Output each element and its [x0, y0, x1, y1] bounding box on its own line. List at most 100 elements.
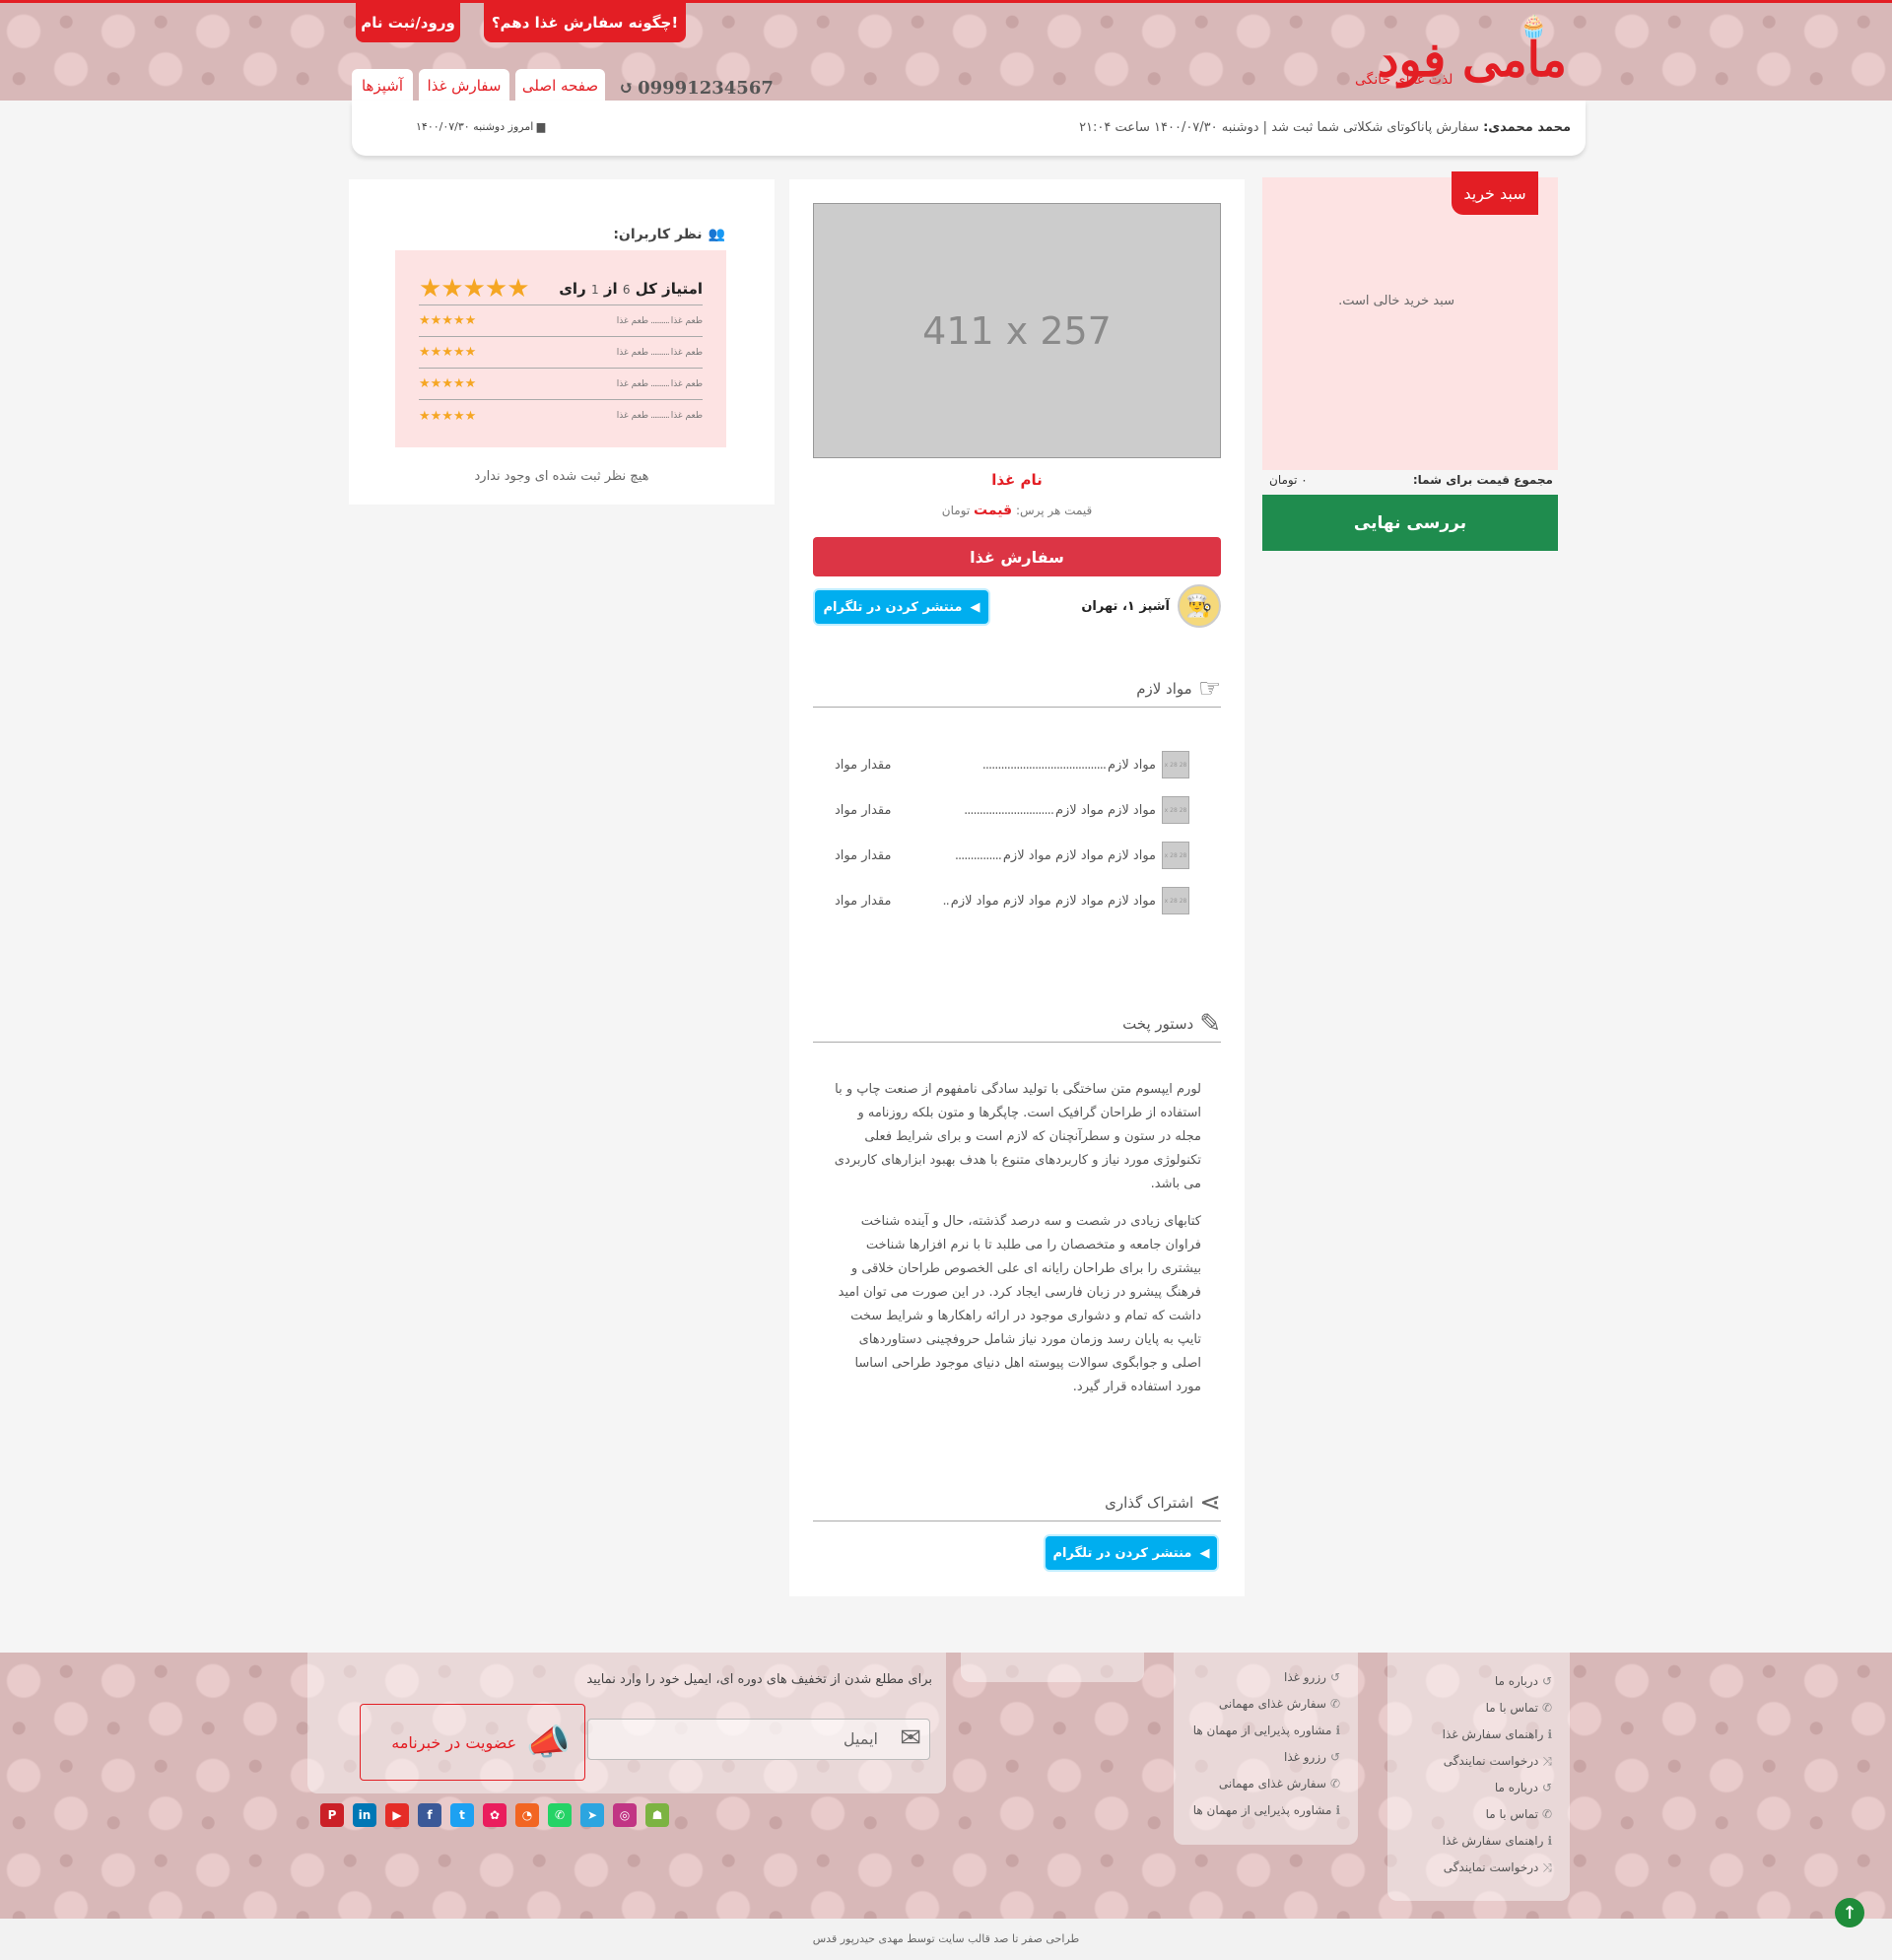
subscribe-button[interactable]: عضویت در خبرنامه 📣: [360, 1704, 585, 1781]
ingredient-amount: مقدار مواد: [835, 847, 892, 863]
users-icon: 👥: [708, 227, 725, 242]
share-telegram-button-bottom[interactable]: منتشر کردن در تلگرام ◀: [1044, 1534, 1219, 1572]
email-placeholder: ایمیل: [843, 1729, 878, 1748]
food-detail-panel: 411 x 257 نام غذا قیمت هر پرس: قیمت توما…: [789, 179, 1245, 1596]
ingredient-dots: ..: [942, 893, 949, 909]
cart-total-value: ۰ تومان: [1269, 473, 1308, 487]
comments-panel: 👥 نظر کاربران: امتیاز کل 6 از 1 رای ★★★★…: [349, 179, 775, 505]
ingredient-row: 28 x 28 مواد لازم ......................…: [835, 751, 1189, 778]
phone-icon: ✆: [1329, 1697, 1340, 1711]
footer-link[interactable]: ↺درباره ما: [1495, 1674, 1552, 1688]
news-message: سفارش پاناکوتای شکلاتی شما ثبت شد | دوشن…: [1079, 120, 1479, 135]
telegram-label: منتشر کردن در تلگرام: [823, 599, 963, 615]
price-value: قیمت: [974, 503, 1013, 518]
subscribe-label: عضویت در خبرنامه: [391, 1732, 517, 1752]
tab-home[interactable]: صفحه اصلی: [515, 69, 605, 102]
rating-row: طعم غذا.......... طعم غذا ★★★★★: [419, 305, 703, 337]
footer-link[interactable]: ⤨درخواست نمایندگی: [1444, 1860, 1552, 1875]
cart-title: سبد خرید: [1452, 171, 1538, 215]
ingredient-row: 28 x 28 مواد لازم مواد لازم ............…: [835, 796, 1189, 824]
shuffle-icon: ⤨: [1542, 1860, 1552, 1874]
footer-link[interactable]: ⤨درخواست نمایندگی: [1444, 1754, 1552, 1769]
megaphone-icon: 📣: [526, 1723, 571, 1763]
header-bar: چگونه سفارش غذا دهم؟! ورود/ثبت نام 🧁 مام…: [0, 0, 1892, 102]
footer-link[interactable]: ℹراهنمای سفارش غذا: [1443, 1727, 1552, 1741]
cart-panel: سبد خرید سبد خرید خالی است.: [1262, 171, 1558, 470]
phone-number[interactable]: ↺ 09991234567: [619, 78, 774, 99]
instagram-icon[interactable]: ◎: [613, 1803, 637, 1827]
facebook-icon[interactable]: f: [418, 1803, 441, 1827]
ingredient-name: مواد لازم مواد لازم: [1054, 802, 1156, 818]
ingredient-row: 28 x 28 مواد لازم مواد لازم مواد لازم ..…: [835, 842, 1189, 869]
android-icon[interactable]: ☗: [645, 1803, 669, 1827]
footer-empty-box: [961, 1653, 1144, 1682]
login-register-button[interactable]: ورود/ثبت نام: [356, 3, 460, 42]
ingredient-thumb: 28 x 28: [1162, 751, 1189, 778]
tab-chefs[interactable]: آشپزها: [352, 69, 413, 102]
history-icon: ↺: [619, 78, 635, 99]
info-icon: ℹ: [1335, 1723, 1340, 1737]
site-logo[interactable]: 🧁 مامی فود لذت غذای خانگی: [1355, 15, 1567, 94]
info-icon: ℹ: [1547, 1834, 1552, 1848]
linkedin-icon[interactable]: in: [353, 1803, 376, 1827]
newsletter-text: برای مطلع شدن از تخفیف های دوره ای، ایمی…: [586, 1672, 932, 1687]
food-image: 411 x 257: [813, 203, 1221, 458]
order-food-button[interactable]: سفارش غذا: [813, 537, 1221, 576]
arrow-up-icon[interactable]: ↑: [1835, 1898, 1864, 1927]
whatsapp-icon[interactable]: ✆: [548, 1803, 572, 1827]
share-icon: ⋖: [1199, 1487, 1221, 1518]
history-icon: ↺: [1541, 1781, 1552, 1794]
chef-info[interactable]: 👨‍🍳 آشپز ۱، تهران: [1081, 583, 1221, 629]
ingredient-amount: مقدار مواد: [835, 893, 892, 909]
shuffle-icon: ⤨: [1542, 1754, 1552, 1768]
footer-link[interactable]: ↺رزرو غذا: [1284, 1670, 1340, 1684]
info-icon: ℹ: [1335, 1803, 1340, 1817]
footer-link[interactable]: ↺رزرو غذا: [1284, 1750, 1340, 1764]
food-name: نام غذا: [991, 471, 1043, 489]
rss-icon[interactable]: ◔: [515, 1803, 539, 1827]
telegram-icon[interactable]: ➤: [580, 1803, 604, 1827]
ingredient-name: مواد لازم مواد لازم مواد لازم: [1002, 847, 1156, 863]
rating-box: امتیاز کل 6 از 1 رای ★★★★★ طعم غذا......…: [395, 250, 726, 447]
aparat-icon[interactable]: ✿: [483, 1803, 507, 1827]
footer: ↺درباره ما ✆تماس با ما ℹراهنمای سفارش غذ…: [0, 1653, 1892, 1919]
news-item[interactable]: محمد محمدی: سفارش پاناکوتای شکلاتی شما ث…: [1079, 120, 1571, 135]
social-links: Pin ▶ f t ✿ ◔ ✆ ➤ ◎ ☗: [320, 1803, 669, 1829]
share-heading: ⋖ اشتراک گذاری: [813, 1484, 1221, 1521]
history-icon: ↺: [1541, 1674, 1552, 1688]
ingredient-dots: .............................: [964, 802, 1053, 818]
twitter-icon[interactable]: t: [450, 1803, 474, 1827]
footer-link[interactable]: ✆تماس با ما: [1486, 1807, 1552, 1821]
footer-link[interactable]: ℹمشاوره پذیرایی از مهمان ها: [1193, 1803, 1340, 1817]
share-telegram-button[interactable]: منتشر کردن در تلگرام ◀: [813, 588, 990, 626]
phone-icon: ✆: [1329, 1777, 1340, 1791]
footer-link[interactable]: ℹراهنمای سفارش غذا: [1443, 1834, 1552, 1848]
checkout-button[interactable]: بررسی نهایی: [1262, 495, 1558, 551]
newsletter-box: برای مطلع شدن از تخفیف های دوره ای، ایمی…: [307, 1653, 946, 1793]
footer-link[interactable]: ↺درباره ما: [1495, 1781, 1552, 1794]
footer-link[interactable]: ✆سفارش غذای مهمانی: [1219, 1777, 1340, 1791]
cart-empty-text: سبد خرید خالی است.: [1338, 294, 1454, 308]
footer-link[interactable]: ✆سفارش غذای مهمانی: [1219, 1697, 1340, 1711]
history-icon: ↺: [1329, 1750, 1340, 1764]
phone-icon: ✆: [1541, 1807, 1552, 1821]
recipe-heading: ✎ دستور پخت: [813, 1005, 1221, 1043]
pinterest-icon[interactable]: P: [320, 1803, 344, 1827]
footer-link[interactable]: ℹمشاوره پذیرایی از مهمان ها: [1193, 1723, 1340, 1737]
footer-links-col2: ↺رزرو غذا ✆سفارش غذای مهمانی ℹمشاوره پذی…: [1174, 1653, 1358, 1845]
ingredient-thumb: 28 x 28: [1162, 842, 1189, 869]
email-input[interactable]: ✉ ایمیل: [587, 1719, 930, 1760]
ingredient-thumb: 28 x 28: [1162, 796, 1189, 824]
ingredient-thumb: 28 x 28: [1162, 887, 1189, 914]
tab-order-food[interactable]: سفارش غذا: [419, 69, 509, 102]
cart-total: مجموع قیمت برای شما: ۰ تومان: [1269, 473, 1553, 489]
footer-link[interactable]: ✆تماس با ما: [1486, 1701, 1552, 1715]
rating-row: طعم غذا.......... طعم غذا ★★★★★: [419, 369, 703, 400]
ingredient-name: مواد لازم مواد لازم مواد لازم مواد لازم: [950, 893, 1156, 909]
cart-total-label: مجموع قیمت برای شما:: [1412, 473, 1553, 487]
ingredient-dots: ...............: [954, 847, 1001, 863]
comments-title: 👥 نظر کاربران:: [613, 227, 725, 242]
how-to-order-button[interactable]: چگونه سفارش غذا دهم؟!: [484, 3, 686, 42]
recipe-paragraph: لورم ایپسوم متن ساختگی با تولید سادگی نا…: [834, 1082, 1201, 1191]
youtube-icon[interactable]: ▶: [385, 1803, 409, 1827]
